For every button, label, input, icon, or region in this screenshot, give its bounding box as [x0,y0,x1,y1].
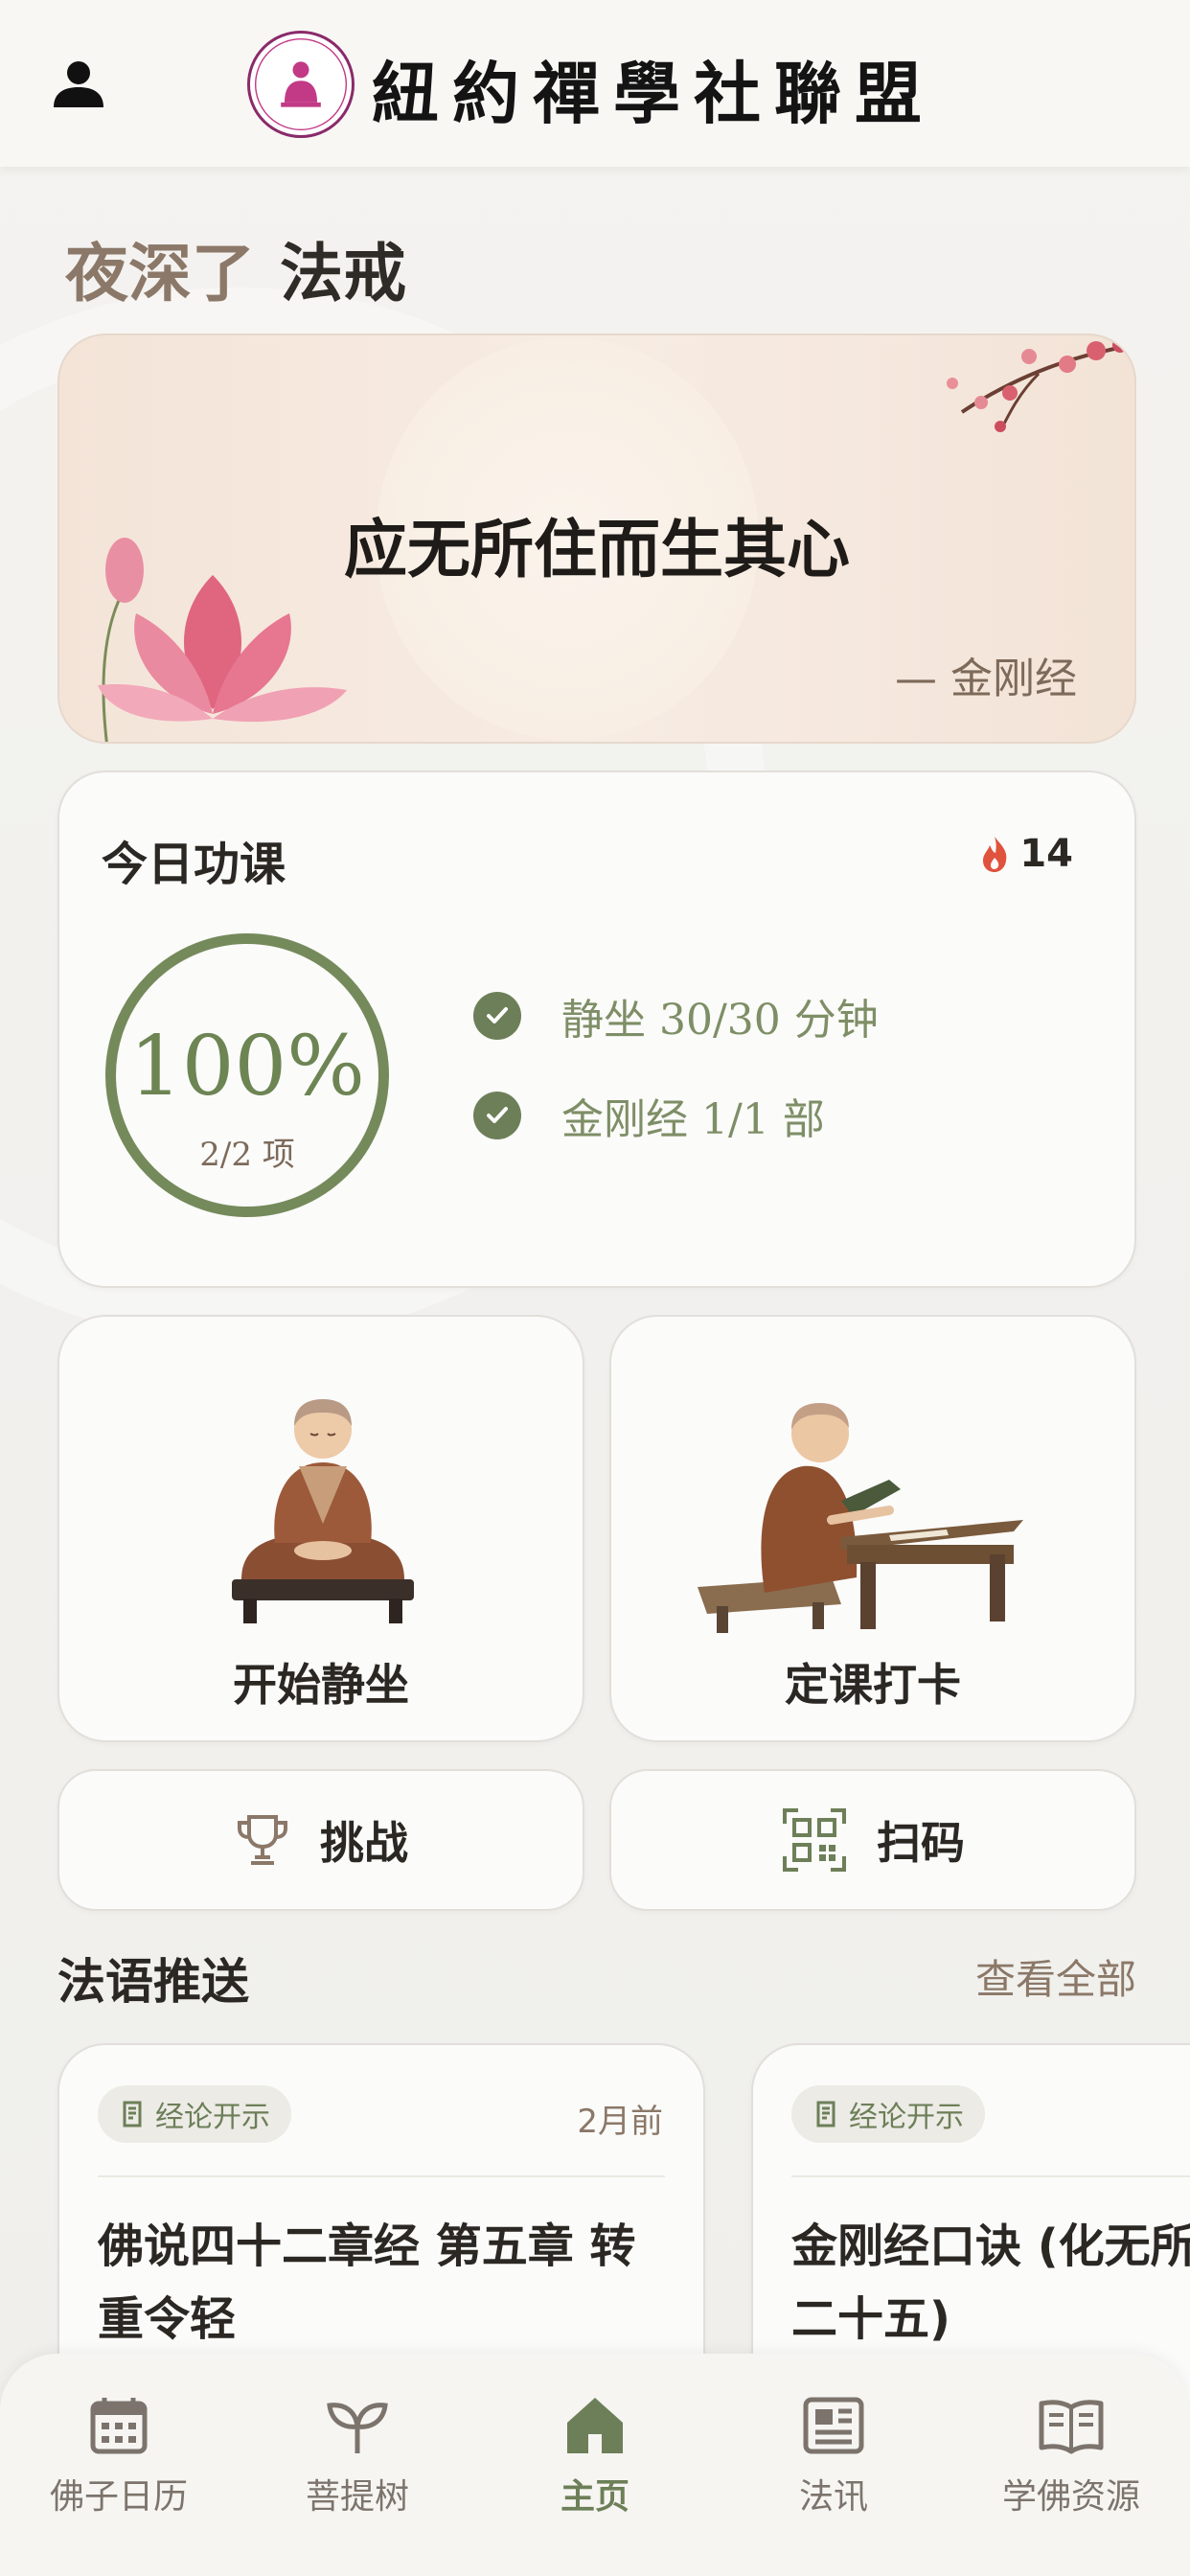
daily-quote-card[interactable]: 应无所住而生其心 — 金刚经 [57,334,1136,744]
nav-label: 法讯 [798,2477,868,2517]
streak-counter: 14 [979,832,1073,876]
start-meditation-label: 开始静坐 [233,1659,409,1711]
post-title: 佛说四十二章经 第五章 转 重令轻 [98,2220,636,2346]
post-time: 2月前 [577,2103,663,2141]
scan-label: 扫码 [877,1817,965,1869]
task-item: 金刚经 1/1 部 [473,1085,825,1146]
blossom-branch-illustration [947,337,1134,432]
book-icon [1039,2400,1104,2454]
progress-percent: 100% [129,1019,365,1115]
post-tag-label: 经论开示 [155,2101,270,2134]
news-icon [803,2397,864,2454]
daily-practice-card[interactable]: 今日功课 14 100% 2/2 项 静坐 30/30 分钟 金刚经 1/1 部 [57,770,1136,1288]
quote-source: — 金刚经 [895,655,1077,703]
calendar-icon [90,2398,148,2454]
post-tag: 经论开示 [98,2085,291,2143]
nav-item-resources[interactable]: 学佛资源 [966,2392,1177,2518]
post-tag: 经论开示 [791,2085,985,2143]
post-tag-label: 经论开示 [849,2101,964,2134]
post-divider [791,2175,1190,2177]
nav-item-home[interactable]: 主页 [490,2392,700,2518]
app-screen: 紐約禪學社聯盟 夜深了 法戒 应无所住而生其心 — 金刚经 今日功课 14 10… [0,0,1190,2576]
user-icon[interactable] [50,56,107,113]
post-divider [98,2175,665,2177]
task-label: 金刚经 1/1 部 [561,1095,825,1144]
challenge-label: 挑战 [320,1817,408,1869]
reading-monk-illustration [698,1403,1023,1633]
start-meditation-button[interactable]: 开始静坐 [57,1315,584,1742]
checkin-button[interactable]: 定课打卡 [609,1315,1136,1742]
scroll-icon [123,2101,142,2128]
home-icon [567,2398,623,2453]
streak-count: 14 [1019,832,1073,876]
challenge-button[interactable]: 挑战 [57,1769,584,1911]
trophy-icon [238,1815,287,1865]
scroll-icon [816,2101,835,2128]
progress-ring: 100% 2/2 项 [105,933,389,1217]
nav-item-bodhi-tree[interactable]: 菩提树 [252,2392,463,2518]
nav-item-calendar[interactable]: 佛子日历 [13,2392,224,2518]
scan-button[interactable]: 扫码 [609,1769,1136,1911]
see-all-link[interactable]: 查看全部 [975,1947,1136,2006]
task-item: 静坐 30/30 分钟 [473,985,879,1046]
meditating-monk-illustration [232,1399,414,1623]
nav-label: 主页 [560,2477,629,2517]
practice-title: 今日功课 [102,838,286,891]
bottom-nav: 佛子日历 菩提树 主页 法讯 学佛资源 [0,2354,1190,2576]
check-icon [473,1092,521,1139]
sprout-icon [327,2403,388,2453]
greeting: 夜深了 法戒 [65,222,406,314]
flame-icon [983,837,1007,872]
nav-label: 佛子日历 [49,2477,188,2517]
app-title: 紐約禪學社聯盟 [372,54,935,133]
quote-text: 应无所住而生其心 [344,512,850,586]
greeting-user-name: 法戒 [280,236,406,310]
club-logo [247,31,355,138]
post-title: 金刚经口诀 (化无所 二十五) [791,2220,1190,2346]
greeting-time: 夜深了 [65,236,255,310]
check-icon [473,992,521,1040]
dharma-section-title: 法语推送 [57,1953,249,2010]
top-header: 紐約禪學社聯盟 [0,0,1190,167]
nav-label: 学佛资源 [1001,2477,1140,2517]
qr-scan-icon [783,1808,846,1872]
progress-count: 2/2 项 [199,1136,295,1174]
task-label: 静坐 30/30 分钟 [561,996,879,1045]
checkin-label: 定课打卡 [785,1659,961,1711]
nav-label: 菩提树 [305,2477,409,2517]
nav-item-news[interactable]: 法讯 [728,2392,939,2518]
